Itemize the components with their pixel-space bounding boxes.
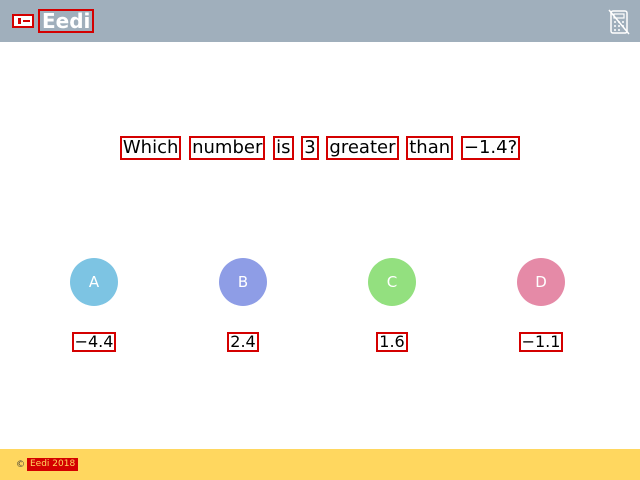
question-word: Which [119, 136, 182, 160]
question-word: is [273, 136, 294, 160]
question-word: number [189, 136, 266, 160]
copyright-symbol: © [16, 459, 25, 470]
option-c[interactable]: C 1.6 [332, 258, 452, 352]
question-word: −1.4? [460, 136, 521, 160]
top-bar: Eedi [0, 0, 640, 42]
option-b-circle[interactable]: B [219, 258, 267, 306]
eedi-logo[interactable]: Eedi [12, 9, 95, 33]
calculator-crossed-icon[interactable] [608, 9, 630, 35]
option-d-circle[interactable]: D [517, 258, 565, 306]
question-text: Which number is 3 greater than −1.4? [0, 134, 640, 162]
question-word: greater [326, 136, 399, 160]
question-word: 3 [301, 136, 319, 160]
footer-bar: © Eedi 2018 [0, 449, 640, 480]
option-c-circle[interactable]: C [368, 258, 416, 306]
option-d-value: −1.1 [518, 332, 564, 352]
brand-name: Eedi [38, 9, 95, 33]
copyright: © Eedi 2018 [16, 458, 79, 471]
answer-options: A −4.4 B 2.4 C 1.6 D −1.1 [0, 258, 640, 358]
option-a-circle[interactable]: A [70, 258, 118, 306]
option-a[interactable]: A −4.4 [34, 258, 154, 352]
question-word: than [406, 136, 454, 160]
option-b-value: 2.4 [227, 332, 259, 352]
copyright-text: Eedi 2018 [27, 458, 79, 471]
logo-mark-icon [12, 14, 34, 28]
option-b[interactable]: B 2.4 [183, 258, 303, 352]
option-c-value: 1.6 [376, 332, 408, 352]
option-d[interactable]: D −1.1 [481, 258, 601, 352]
option-a-value: −4.4 [71, 332, 117, 352]
